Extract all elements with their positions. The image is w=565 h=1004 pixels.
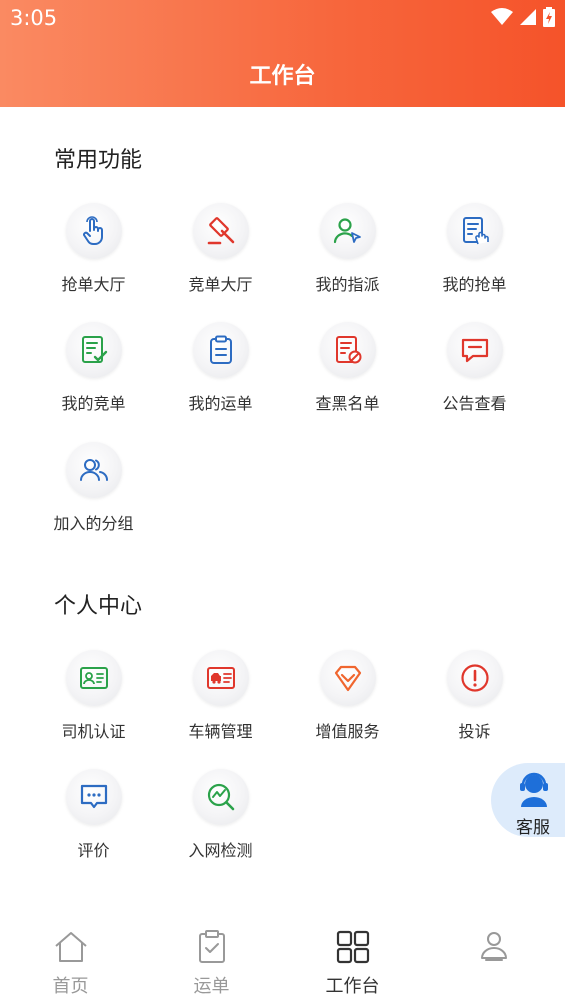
search-chart-icon <box>207 783 234 811</box>
user-assign-icon <box>333 218 361 244</box>
section-title-personal: 个人中心 <box>54 594 143 619</box>
status-icons <box>491 7 555 27</box>
page-title: 工作台 <box>249 64 316 89</box>
my-grab-orders-label: 我的抢单 <box>442 275 507 294</box>
view-announcements-button[interactable]: 公告查看 <box>411 322 538 414</box>
workbench-icon <box>336 930 369 964</box>
vehicle-management-button[interactable]: 车辆管理 <box>157 650 284 742</box>
network-check-button[interactable]: 入网检测 <box>157 769 284 861</box>
diamond-icon <box>334 665 361 692</box>
driver-certification-label: 司机认证 <box>61 722 126 741</box>
section-title-common: 常用功能 <box>54 148 143 173</box>
my-bid-orders-button[interactable]: 我的竞单 <box>30 322 157 414</box>
status-time: 3:05 <box>10 6 58 30</box>
check-blacklist-button[interactable]: 查黑名单 <box>284 322 411 414</box>
bid-order-hall-button[interactable]: 竞单大厅 <box>157 203 284 295</box>
nav-waybill-label: 运单 <box>193 976 230 997</box>
customer-service-button[interactable]: 客服 <box>491 763 565 838</box>
my-bid-orders-label: 我的竞单 <box>61 394 126 413</box>
driver-certification-button[interactable]: 司机认证 <box>30 650 157 742</box>
document-check-icon <box>81 336 107 363</box>
group-icon <box>79 459 108 481</box>
wifi-icon <box>491 8 513 25</box>
message-icon <box>461 338 488 363</box>
vehicle-management-label: 车辆管理 <box>188 722 253 741</box>
battery-icon <box>543 7 555 27</box>
comment-icon <box>80 784 107 809</box>
profile-icon <box>480 932 507 961</box>
my-assignment-button[interactable]: 我的指派 <box>284 203 411 295</box>
my-waybills-label: 我的运单 <box>188 394 253 413</box>
complaint-button[interactable]: 投诉 <box>411 650 538 742</box>
grab-order-hall-button[interactable]: 抢单大厅 <box>30 203 157 295</box>
evaluation-button[interactable]: 评价 <box>30 769 157 861</box>
evaluation-label: 评价 <box>77 841 110 860</box>
document-tap-icon <box>462 217 489 245</box>
my-grab-orders-button[interactable]: 我的抢单 <box>411 203 538 295</box>
alert-circle-icon <box>460 664 489 692</box>
hand-tap-icon <box>82 216 103 245</box>
id-card-icon <box>79 667 108 689</box>
value-added-services-label: 增值服务 <box>315 722 380 741</box>
joined-groups-label: 加入的分组 <box>53 514 134 533</box>
home-icon <box>54 932 87 962</box>
headset-agent-icon <box>520 772 548 807</box>
app-header: 3:05 工作台 <box>0 0 565 107</box>
joined-groups-button[interactable]: 加入的分组 <box>30 442 157 534</box>
check-blacklist-label: 查黑名单 <box>315 394 380 413</box>
customer-service-label: 客服 <box>516 818 550 838</box>
nav-home-label: 首页 <box>52 976 89 997</box>
my-assignment-label: 我的指派 <box>315 275 380 294</box>
grab-order-hall-label: 抢单大厅 <box>61 275 126 294</box>
auction-hammer-icon <box>207 217 234 245</box>
nav-workbench[interactable]: 工作台 <box>282 920 423 998</box>
nav-home[interactable]: 首页 <box>0 920 141 998</box>
blacklist-icon <box>335 336 361 364</box>
bottom-navigation: 首页 运单 工作台 <box>0 920 565 1004</box>
my-waybills-button[interactable]: 我的运单 <box>157 322 284 414</box>
complaint-label: 投诉 <box>458 722 491 741</box>
vehicle-card-icon <box>206 667 235 689</box>
nav-profile[interactable] <box>423 920 564 978</box>
value-added-services-button[interactable]: 增值服务 <box>284 650 411 742</box>
nav-workbench-label: 工作台 <box>325 976 380 997</box>
clipboard-icon <box>209 335 232 364</box>
nav-waybill[interactable]: 运单 <box>141 920 282 998</box>
bid-order-hall-label: 竞单大厅 <box>188 275 253 294</box>
view-announcements-label: 公告查看 <box>442 394 507 413</box>
signal-icon <box>520 9 536 25</box>
waybill-icon <box>198 930 225 963</box>
network-check-label: 入网检测 <box>188 841 253 860</box>
